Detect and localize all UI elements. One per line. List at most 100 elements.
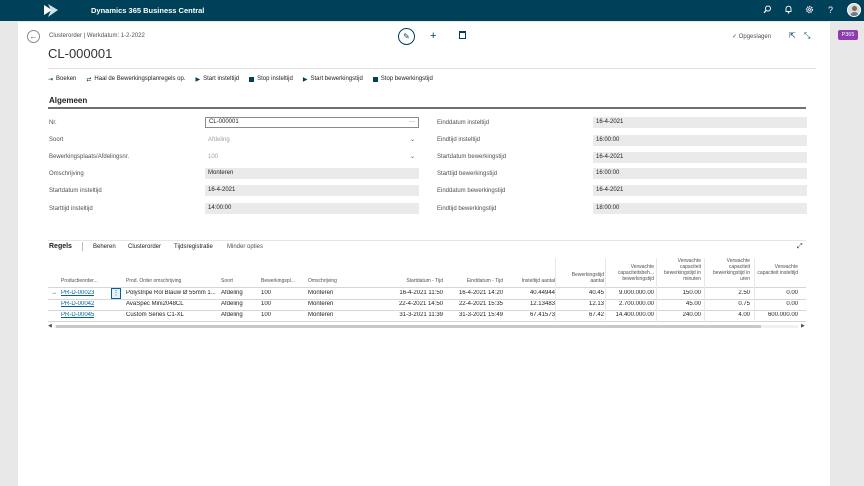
table-cell[interactable]: 100 [261, 312, 271, 318]
gear-icon[interactable] [804, 5, 815, 16]
p365-badge[interactable]: P365 [838, 30, 858, 40]
saved-label: Opgeslagen [738, 34, 772, 40]
table-cell[interactable]: 40.45 [555, 290, 604, 296]
horizontal-scrollbar[interactable]: ◀ ▶ [48, 323, 806, 329]
table-cell[interactable]: 40.44944 [505, 290, 555, 296]
lines-title[interactable]: Regels [49, 243, 72, 250]
delete-button[interactable] [459, 31, 466, 39]
setup-end-time-field: 16:00:00 [593, 135, 807, 146]
description-field: Monteren [205, 168, 419, 179]
search-icon[interactable] [762, 5, 773, 16]
table-cell[interactable]: 150.00 [656, 290, 701, 296]
table-cell[interactable]: 0.00 [754, 301, 798, 307]
scroll-left-icon[interactable]: ◀ [48, 323, 52, 329]
table-cell[interactable]: 31-3-2021 11:39 [383, 312, 443, 318]
table-cell[interactable]: 22-4-2021 15:35 [443, 301, 503, 307]
table-cell[interactable]: 14.400.000.00 [605, 312, 654, 318]
scroll-right-icon[interactable]: ▶ [801, 323, 805, 329]
column-header[interactable]: Verwachte capaciteit bewerkingstijd in u… [706, 258, 750, 282]
table-cell[interactable]: Polystripe Rol Blauw Ø 55mm 1... [126, 290, 219, 296]
column-header[interactable]: Soort [221, 278, 233, 284]
more-options-icon[interactable]: ··· [409, 118, 415, 127]
expand-lines-icon[interactable]: ⤢ [797, 243, 803, 251]
section-title-general[interactable]: Algemeen [49, 96, 87, 105]
table-row-order-no[interactable]: PR-D-00045 [61, 312, 94, 318]
start-run-time-button[interactable]: ▶ Start bewerkingstijd [303, 74, 363, 84]
no-field[interactable]: CL-000001 ··· [205, 117, 419, 128]
work-center-select[interactable]: 100 ⌄ [205, 152, 419, 163]
run-start-date-value: 16-4-2021 [596, 154, 624, 160]
table-cell[interactable]: Afdeling [221, 301, 243, 307]
type-select[interactable]: Afdeling ⌄ [205, 135, 419, 146]
table-cell[interactable]: 67.42 [555, 312, 604, 318]
column-header[interactable]: Bewerkingstijd aantal [560, 272, 604, 284]
work-center-value: 100 [208, 154, 219, 160]
table-cell[interactable]: 16-4-2021 14:20 [443, 290, 503, 296]
dynamics-logo-icon[interactable] [42, 3, 60, 18]
page-title: CL-000001 [48, 46, 113, 61]
avatar[interactable] [847, 3, 861, 17]
tab-clusterorder[interactable]: Clusterorder [128, 244, 161, 250]
table-cell[interactable]: 4.00 [704, 312, 750, 318]
column-header[interactable]: Startdatum - Tijd [383, 278, 443, 284]
table-cell[interactable]: 0.00 [754, 290, 798, 296]
arrow-left-icon: ← [29, 32, 38, 41]
setup-start-date-value: 16-4-2021 [208, 187, 236, 193]
column-header[interactable]: Omschrijving [308, 278, 337, 284]
table-cell[interactable]: 2.50 [704, 290, 750, 296]
start-setup-time-button[interactable]: ▶ Start insteltijd [195, 74, 239, 84]
table-cell[interactable]: 45.00 [656, 301, 701, 307]
table-cell[interactable]: 12.13483 [505, 301, 555, 307]
column-header[interactable]: Prod. Order omschrijving [126, 278, 181, 284]
table-cell[interactable]: Monteren [308, 301, 333, 307]
setup-start-date-field: 16-4-2021 [205, 185, 419, 196]
table-cell[interactable]: Custom Series C1-XL [126, 312, 219, 318]
table-cell[interactable]: 12.13 [555, 301, 604, 307]
table-cell[interactable]: Afdeling [221, 312, 243, 318]
column-header[interactable]: Einddatum - Tijd [443, 278, 503, 284]
table-cell[interactable]: 100 [261, 290, 271, 296]
table-cell[interactable]: 31-3-2021 15:49 [443, 312, 503, 318]
get-routing-lines-button[interactable]: ⇄ Haal de Bewerkingsplanregels op. [86, 74, 185, 84]
table-cell[interactable]: 0.75 [704, 301, 750, 307]
column-header[interactable]: Verwachte capaciteitsbeh... bewerkingsti… [608, 264, 654, 282]
table-cell[interactable]: 22-4-2021 14:50 [383, 301, 443, 307]
tab-tijdsregistratie[interactable]: Tijdsregistratie [174, 244, 213, 250]
table-cell[interactable]: 2.700.000.00 [605, 301, 654, 307]
edit-button[interactable]: ✎ [398, 28, 415, 45]
collapse-icon[interactable]: ⤡ [804, 31, 810, 41]
table-cell[interactable]: Monteren [308, 312, 333, 318]
scrollbar-thumb[interactable] [56, 325, 761, 328]
table-cell[interactable]: 67.41573 [505, 312, 555, 318]
top-bar: Dynamics 365 Business Central ? [0, 0, 864, 21]
column-header[interactable]: Insteltijd aantal [505, 278, 555, 284]
table-cell[interactable]: 600.000.00 [754, 312, 798, 318]
table-cell[interactable]: Monteren [308, 290, 333, 296]
column-header[interactable]: Verwachte capaciteit bewerkingstijd in m… [658, 258, 701, 282]
section-divider [48, 107, 806, 109]
table-row-order-no[interactable]: PR-D-00023 [61, 290, 94, 296]
table-cell[interactable]: AvaSpec Mini2048CL [126, 301, 219, 307]
help-icon[interactable]: ? [825, 5, 836, 16]
stop-setup-time-button[interactable]: Stop insteltijd [249, 74, 293, 84]
post-button[interactable]: ⇥ Boeken [48, 74, 76, 84]
column-header[interactable]: Productieorder... [61, 278, 98, 284]
stop-run-time-button[interactable]: Stop bewerkingstijd [372, 74, 433, 84]
table-cell[interactable]: Afdeling [221, 290, 243, 296]
table-row-order-no[interactable]: PR-D-00042 [61, 301, 94, 307]
tab-fewer-options[interactable]: Minder opties [227, 244, 263, 250]
bell-icon[interactable] [783, 5, 794, 16]
table-cell[interactable]: 16-4-2021 11:50 [383, 290, 443, 296]
column-header[interactable]: Verwachte capaciteit insteltijd [756, 264, 798, 276]
action-label: Stop bewerkingstijd [380, 76, 433, 82]
new-button[interactable]: + [430, 30, 436, 42]
row-actions-button[interactable]: ⋮ [111, 288, 121, 299]
open-new-window-icon[interactable]: ⇱ [789, 31, 796, 40]
table-cell[interactable]: 240.00 [656, 312, 701, 318]
table-cell[interactable]: 100 [261, 301, 271, 307]
tab-beheren[interactable]: Beheren [93, 244, 116, 250]
table-cell[interactable]: 9.000.000.00 [605, 290, 654, 296]
column-header[interactable]: Bewerkingspl... [261, 278, 295, 284]
setup-start-time-field: 14:00:00 [205, 203, 419, 214]
back-button[interactable]: ← [27, 30, 40, 43]
